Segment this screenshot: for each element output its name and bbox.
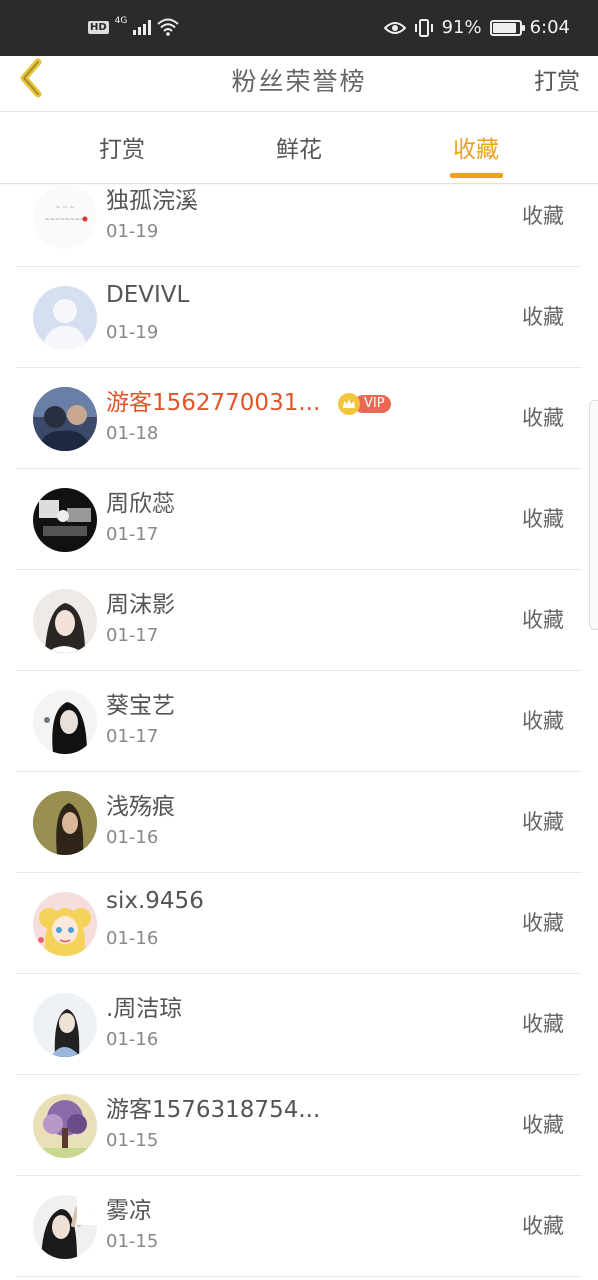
photo-avatar[interactable] — [33, 488, 97, 552]
status-left: HD 4G — [88, 16, 180, 36]
default-user-avatar[interactable] — [33, 286, 97, 350]
photo-avatar[interactable] — [33, 690, 97, 754]
cartoon-avatar[interactable] — [33, 892, 97, 956]
fan-action-label: 收藏 — [522, 1214, 564, 1238]
svg-text:~~~~~~~~: ~~~~~~~~ — [45, 216, 85, 223]
status-bar: HD 4G 91% 6:04 — [0, 0, 598, 56]
fan-list-item[interactable]: ~ ~ ~ ~~~~~~~~ 独孤浣溪 01-19 收藏 — [16, 184, 582, 267]
fan-list-item[interactable]: 浅殇痕 01-16 收藏 — [16, 772, 582, 873]
fan-list-item[interactable]: DEVIVL 01-19 收藏 — [16, 267, 582, 368]
tab-favorites[interactable]: 收藏 — [431, 130, 521, 164]
fan-name: 独孤浣溪 — [106, 188, 198, 214]
fan-date: 01-18 — [106, 423, 159, 444]
reward-button[interactable]: 打赏 — [534, 62, 580, 96]
wifi-icon — [157, 18, 180, 36]
fan-list-item[interactable]: 游客1562770031... VIP 01-18 收藏 — [16, 368, 582, 469]
fan-action-label: 收藏 — [522, 911, 564, 935]
photo-avatar[interactable] — [33, 387, 97, 451]
fan-date: 01-19 — [106, 221, 159, 242]
fan-name: 周欣蕊 — [106, 491, 175, 517]
fan-date: 01-16 — [106, 928, 159, 949]
fan-action-label: 收藏 — [522, 810, 564, 834]
network-type: 4G — [114, 16, 128, 26]
photo-avatar[interactable] — [33, 1195, 97, 1259]
photo-avatar[interactable] — [33, 791, 97, 855]
fan-list-item[interactable]: 游客1576318754... 01-15 收藏 — [16, 1075, 582, 1176]
tab-active-indicator — [450, 173, 503, 178]
photo-avatar[interactable] — [33, 589, 97, 653]
fan-list-item[interactable]: 周欣蕊 01-17 收藏 — [16, 469, 582, 570]
fan-name: 周沫影 — [106, 592, 175, 618]
scroll-indicator — [589, 400, 598, 630]
fan-list-item[interactable]: 雾凉 01-15 收藏 — [16, 1176, 582, 1277]
photo-avatar[interactable] — [33, 993, 97, 1057]
fan-list-item[interactable]: 葵宝艺 01-17 收藏 — [16, 671, 582, 772]
svg-text:~ ~ ~: ~ ~ ~ — [56, 204, 75, 211]
tab-reward[interactable]: 打赏 — [77, 130, 167, 164]
page-title: 粉丝荣誉榜 — [231, 67, 367, 96]
fan-date: 01-19 — [106, 322, 159, 343]
fan-name: 雾凉 — [106, 1198, 152, 1224]
fan-action-label: 收藏 — [522, 406, 564, 430]
tab-bar: 打赏 鲜花 收藏 — [0, 112, 598, 184]
fan-date: 01-15 — [106, 1231, 159, 1252]
eye-icon — [383, 21, 406, 34]
fan-action-label: 收藏 — [522, 204, 564, 228]
photo-avatar[interactable] — [33, 1094, 97, 1158]
fan-action-label: 收藏 — [522, 1113, 564, 1137]
app-header: 粉丝荣誉榜 打赏 — [0, 56, 598, 112]
fan-date: 01-15 — [106, 1130, 159, 1151]
clock: 6:04 — [529, 17, 570, 38]
fan-name: 葵宝艺 — [106, 693, 175, 719]
crown-icon — [338, 393, 360, 415]
text-note-avatar[interactable]: ~ ~ ~ ~~~~~~~~ — [33, 185, 97, 249]
fan-action-label: 收藏 — [522, 1012, 564, 1036]
fan-name: 游客1576318754... — [106, 1097, 321, 1123]
fan-name: .周洁琼 — [106, 996, 183, 1022]
battery-percent: 91% — [441, 17, 482, 38]
fan-action-label: 收藏 — [522, 608, 564, 632]
tab-flowers[interactable]: 鲜花 — [254, 130, 344, 164]
fan-list-item[interactable]: 周沫影 01-17 收藏 — [16, 570, 582, 671]
fan-list[interactable]: ~ ~ ~ ~~~~~~~~ 独孤浣溪 01-19 收藏 DEVIVL 01-19 收藏 游客1… — [0, 184, 598, 1280]
fan-date: 01-17 — [106, 625, 159, 646]
fan-action-label: 收藏 — [522, 709, 564, 733]
fan-date: 01-17 — [106, 524, 159, 545]
fan-action-label: 收藏 — [522, 507, 564, 531]
fan-list-item[interactable]: six.9456 01-16 收藏 — [16, 873, 582, 974]
fan-name: DEVIVL — [106, 282, 190, 308]
vip-badge: VIP — [338, 393, 391, 415]
fan-date: 01-16 — [106, 827, 159, 848]
hd-icon: HD — [88, 20, 109, 34]
fan-name: six.9456 — [106, 888, 204, 914]
battery-icon — [489, 19, 525, 36]
fan-date: 01-16 — [106, 1029, 159, 1050]
fan-date: 01-17 — [106, 726, 159, 747]
vibrate-icon — [414, 18, 433, 37]
signal-icon — [133, 19, 152, 35]
status-right: 91% 6:04 — [383, 17, 570, 38]
fan-name: 游客1562770031... — [106, 390, 321, 416]
fan-list-item[interactable]: .周洁琼 01-16 收藏 — [16, 974, 582, 1075]
fan-action-label: 收藏 — [522, 305, 564, 329]
fan-name: 浅殇痕 — [106, 794, 175, 820]
